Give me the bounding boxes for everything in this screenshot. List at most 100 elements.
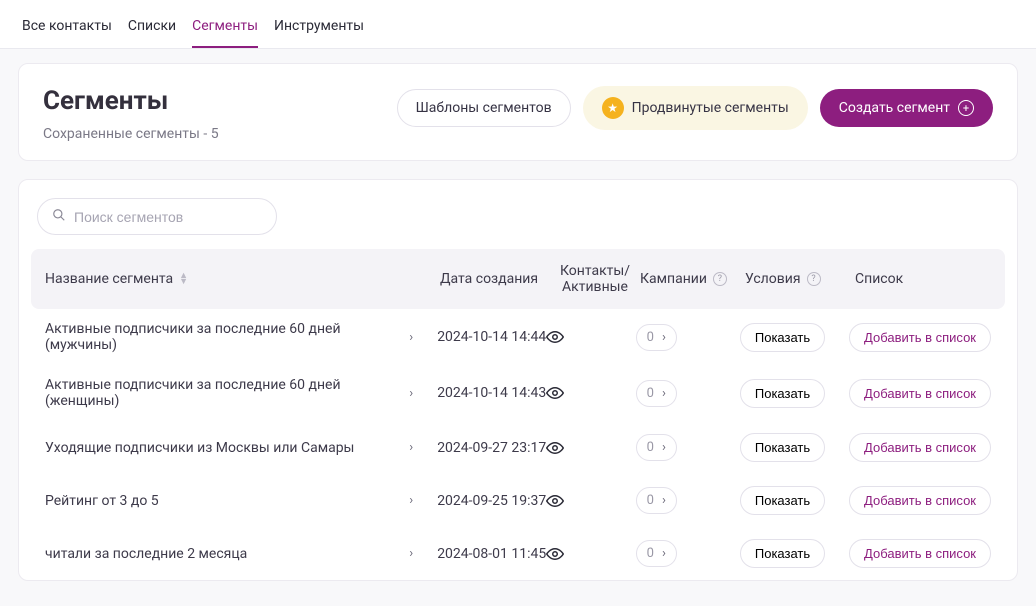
segment-date-cell: 2024-10-14 14:43 — [437, 385, 546, 401]
star-icon: ★ — [602, 97, 624, 119]
show-conditions-button[interactable]: Показать — [740, 539, 825, 568]
segment-name-text: Рейтинг от 3 до 5 — [45, 493, 159, 509]
advanced-segments-button[interactable]: ★ Продвинутые сегменты — [583, 86, 808, 130]
search-input[interactable] — [74, 209, 262, 225]
eye-icon — [546, 328, 635, 346]
segment-conditions-cell: Показать — [740, 323, 849, 352]
table-row: Рейтинг от 3 до 5 › 2024-09-25 19:37 0 ›… — [31, 474, 1005, 527]
tab-segments[interactable]: Сегменты — [192, 12, 258, 48]
col-header-list: Список — [855, 271, 991, 287]
table-row: читали за последние 2 месяца › 2024-08-0… — [31, 527, 1005, 580]
sort-icon: ▲▼ — [179, 273, 188, 286]
nav-tabs: Все контакты Списки Сегменты Инструменты — [0, 0, 1036, 49]
segment-campaigns-cell: 0 › — [636, 380, 740, 407]
campaigns-pill[interactable]: 0 › — [636, 380, 677, 407]
campaigns-count: 0 — [647, 330, 654, 345]
show-conditions-button[interactable]: Показать — [740, 486, 825, 515]
advanced-segments-label: Продвинутые сегменты — [632, 100, 789, 116]
help-icon[interactable]: ? — [713, 272, 727, 286]
chevron-right-icon: › — [409, 546, 413, 561]
segment-campaigns-cell: 0 › — [636, 434, 740, 461]
show-conditions-button[interactable]: Показать — [740, 433, 825, 462]
segment-list-cell: Добавить в список — [849, 323, 991, 352]
col-header-name[interactable]: Название сегмента ▲▼ — [45, 271, 440, 287]
help-icon[interactable]: ? — [807, 272, 821, 286]
search-icon — [52, 207, 66, 226]
chevron-right-icon: › — [409, 440, 413, 455]
tab-all-contacts[interactable]: Все контакты — [22, 12, 112, 48]
segment-conditions-cell: Показать — [740, 379, 849, 408]
chevron-right-icon: › — [662, 440, 666, 455]
campaigns-pill[interactable]: 0 › — [636, 324, 677, 351]
plus-icon: + — [958, 100, 974, 116]
campaigns-count: 0 — [647, 386, 654, 401]
chevron-right-icon: › — [409, 386, 413, 401]
chevron-right-icon: › — [662, 386, 666, 401]
page-title: Сегменты — [43, 86, 219, 116]
add-to-list-button[interactable]: Добавить в список — [849, 433, 991, 462]
tab-tools[interactable]: Инструменты — [274, 12, 364, 48]
segment-campaigns-cell: 0 › — [636, 540, 740, 567]
subtitle-count: 5 — [211, 126, 219, 142]
segment-name-cell[interactable]: Рейтинг от 3 до 5 › — [45, 493, 437, 509]
col-header-campaigns: Кампании ? — [640, 271, 745, 287]
segment-conditions-cell: Показать — [740, 433, 849, 462]
segment-conditions-cell: Показать — [740, 486, 849, 515]
segment-name-cell[interactable]: Активные подписчики за последние 60 дней… — [45, 321, 437, 353]
campaigns-count: 0 — [647, 493, 654, 508]
create-segment-button[interactable]: Создать сегмент + — [820, 89, 993, 127]
segment-conditions-cell: Показать — [740, 539, 849, 568]
saved-segments-count: Сохраненные сегменты - 5 — [43, 126, 219, 142]
segment-list-cell: Добавить в список — [849, 379, 991, 408]
segment-date-cell: 2024-10-14 14:44 — [437, 329, 546, 345]
col-header-contacts: Контакты/Активные — [550, 263, 640, 295]
segment-contacts-cell[interactable] — [546, 384, 635, 402]
chevron-right-icon: › — [662, 546, 666, 561]
show-conditions-button[interactable]: Показать — [740, 323, 825, 352]
eye-icon — [546, 492, 635, 510]
show-conditions-button[interactable]: Показать — [740, 379, 825, 408]
segment-templates-button[interactable]: Шаблоны сегментов — [397, 89, 571, 127]
add-to-list-button[interactable]: Добавить в список — [849, 323, 991, 352]
col-header-date: Дата создания — [440, 271, 550, 287]
segment-list-cell: Добавить в список — [849, 539, 991, 568]
segment-name-cell[interactable]: Уходящие подписчики из Москвы или Самары… — [45, 440, 437, 456]
col-header-name-label: Название сегмента — [45, 271, 173, 287]
create-segment-label: Создать сегмент — [839, 100, 950, 116]
segment-contacts-cell[interactable] — [546, 328, 635, 346]
search-wrap[interactable] — [37, 198, 277, 235]
campaigns-pill[interactable]: 0 › — [636, 540, 677, 567]
table-row: Активные подписчики за последние 60 дней… — [31, 309, 1005, 365]
segment-contacts-cell[interactable] — [546, 545, 635, 563]
table-row: Активные подписчики за последние 60 дней… — [31, 365, 1005, 421]
segment-name-text: Активные подписчики за последние 60 дней… — [45, 377, 403, 409]
col-header-conditions-label: Условия — [745, 271, 801, 287]
eye-icon — [546, 545, 635, 563]
segment-templates-label: Шаблоны сегментов — [416, 100, 552, 116]
segment-campaigns-cell: 0 › — [636, 487, 740, 514]
segment-date-cell: 2024-08-01 11:45 — [437, 546, 546, 562]
chevron-right-icon: › — [662, 493, 666, 508]
segment-date-cell: 2024-09-27 23:17 — [437, 440, 546, 456]
add-to-list-button[interactable]: Добавить в список — [849, 539, 991, 568]
subtitle-prefix: Сохраненные сегменты - — [43, 126, 211, 142]
segment-contacts-cell[interactable] — [546, 439, 635, 457]
segment-name-text: Уходящие подписчики из Москвы или Самары — [45, 440, 354, 456]
chevron-right-icon: › — [409, 330, 413, 345]
segments-panel: Название сегмента ▲▼ Дата создания Конта… — [18, 179, 1018, 581]
col-header-campaigns-label: Кампании — [640, 271, 707, 287]
add-to-list-button[interactable]: Добавить в список — [849, 379, 991, 408]
campaigns-pill[interactable]: 0 › — [636, 487, 677, 514]
tab-lists[interactable]: Списки — [128, 12, 176, 48]
segment-contacts-cell[interactable] — [546, 492, 635, 510]
segment-name-cell[interactable]: Активные подписчики за последние 60 дней… — [45, 377, 437, 409]
campaigns-count: 0 — [647, 546, 654, 561]
segment-campaigns-cell: 0 › — [636, 324, 740, 351]
segment-list-cell: Добавить в список — [849, 433, 991, 462]
segment-name-cell[interactable]: читали за последние 2 месяца › — [45, 546, 437, 562]
add-to-list-button[interactable]: Добавить в список — [849, 486, 991, 515]
segment-list-cell: Добавить в список — [849, 486, 991, 515]
chevron-right-icon: › — [409, 493, 413, 508]
campaigns-pill[interactable]: 0 › — [636, 434, 677, 461]
table-row: Уходящие подписчики из Москвы или Самары… — [31, 421, 1005, 474]
